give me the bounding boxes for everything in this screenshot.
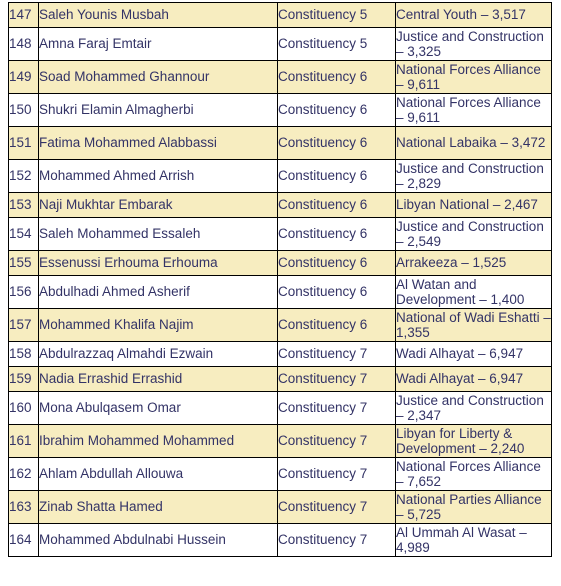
constituency-cell: Constituency 6	[277, 93, 396, 127]
party-votes-cell: Libyan National – 2,467	[395, 192, 552, 218]
candidate-name-cell: Mohammed Khalifa Najim	[38, 308, 278, 342]
row-index-cell: 156	[8, 275, 39, 309]
constituency-cell: Constituency 5	[277, 2, 396, 28]
party-votes-cell: Justice and Construction – 2,829	[395, 159, 552, 193]
row-index-cell: 161	[8, 424, 39, 458]
candidate-name-cell: Abdulhadi Ahmed Asherif	[38, 275, 278, 309]
row-index-cell: 164	[8, 523, 39, 557]
row-index-cell: 155	[8, 250, 39, 276]
table-row: 159 Nadia Errashid Errashid Constituency 7…	[8, 366, 552, 392]
table-row: 154 Saleh Mohammed Essaleh Constituency 6J…	[8, 217, 552, 251]
party-votes-cell: Central Youth – 3,517	[395, 2, 552, 28]
table-row: 163 Zinab Shatta Hamed Constituency 7 Natio…	[8, 490, 552, 524]
constituency-cell: Constituency 7	[277, 341, 396, 367]
constituency-cell: Constituency 6	[277, 192, 396, 218]
candidate-name-cell: Zinab Shatta Hamed	[38, 490, 278, 524]
party-votes-cell: Libyan for Liberty & Development – 2,240	[395, 424, 552, 458]
table-row: 151 Fatima Mohammed Alabbassi Constituency…	[8, 126, 552, 160]
constituency-cell: Constituency 7	[277, 391, 396, 425]
row-index-cell: 151	[8, 126, 39, 160]
constituency-cell: Constituency 6	[277, 60, 396, 94]
constituency-cell: Constituency 6	[277, 126, 396, 160]
table-row: 148 Amna Faraj Emtair Constituency 5 Justic…	[8, 27, 552, 61]
table-row: 156 Abdulhadi Ahmed Asherif Constituency 6…	[8, 275, 552, 309]
row-index-cell: 152	[8, 159, 39, 193]
constituency-cell: Constituency 7	[277, 490, 396, 524]
constituency-cell: Constituency 6	[277, 275, 396, 309]
candidate-name-cell: Abdulrazzaq Almahdi Ezwain	[38, 341, 278, 367]
candidate-name-cell: Mona Abulqasem Omar	[38, 391, 278, 425]
row-index-cell: 157	[8, 308, 39, 342]
party-votes-cell: National Labaika – 3,472	[395, 126, 552, 160]
table-row: 158 Abdulrazzaq Almahdi Ezwain Constituenc…	[8, 341, 552, 367]
table-row: 157 Mohammed Khalifa Najim Constituency 6N…	[8, 308, 552, 342]
party-votes-cell: National Forces Alliance – 9,611	[395, 93, 552, 127]
row-index-cell: 148	[8, 27, 39, 61]
party-votes-cell: Wadi Alhayat – 6,947	[395, 366, 552, 392]
party-votes-cell: Al Ummah Al Wasat – 4,989	[395, 523, 552, 557]
party-votes-cell: Justice and Construction – 3,325	[395, 27, 552, 61]
row-index-cell: 159	[8, 366, 39, 392]
party-votes-cell: National of Wadi Eshatti – 1,355	[395, 308, 552, 342]
constituency-cell: Constituency 7	[277, 523, 396, 557]
row-index-cell: 154	[8, 217, 39, 251]
party-votes-cell: Wadi Alhayat – 6,947	[395, 341, 552, 367]
row-index-cell: 147	[8, 2, 39, 28]
party-votes-cell: National Forces Alliance – 9,611	[395, 60, 552, 94]
candidate-name-cell: Amna Faraj Emtair	[38, 27, 278, 61]
constituency-cell: Constituency 6	[277, 308, 396, 342]
table-row: 150 Shukri Elamin Almagherbi Constituency …	[8, 93, 552, 127]
party-votes-cell: Justice and Construction – 2,347	[395, 391, 552, 425]
candidate-name-cell: Mohammed Ahmed Arrish	[38, 159, 278, 193]
table-row: 162 Ahlam Abdullah Allouwa Constituency 7N…	[8, 457, 552, 491]
candidate-name-cell: Essenussi Erhouma Erhouma	[38, 250, 278, 276]
candidate-name-cell: Fatima Mohammed Alabbassi	[38, 126, 278, 160]
candidate-name-cell: Saleh Younis Musbah	[38, 2, 278, 28]
row-index-cell: 163	[8, 490, 39, 524]
row-index-cell: 162	[8, 457, 39, 491]
candidate-name-cell: Ibrahim Mohammed Mohammed	[38, 424, 278, 458]
constituency-cell: Constituency 7	[277, 366, 396, 392]
constituency-cell: Constituency 7	[277, 424, 396, 458]
party-votes-cell: Arrakeeza – 1,525	[395, 250, 552, 276]
constituency-cell: Constituency 6	[277, 250, 396, 276]
candidate-results-table: 147 Saleh Younis Musbah Constituency 5 Cent…	[8, 2, 552, 557]
candidate-name-cell: Ahlam Abdullah Allouwa	[38, 457, 278, 491]
candidate-name-cell: Nadia Errashid Errashid	[38, 366, 278, 392]
party-votes-cell: National Forces Alliance – 7,652	[395, 457, 552, 491]
results-table-body: 147 Saleh Younis Musbah Constituency 5 Cent…	[8, 2, 552, 557]
party-votes-cell: National Parties Alliance – 5,725	[395, 490, 552, 524]
candidate-name-cell: Shukri Elamin Almagherbi	[38, 93, 278, 127]
party-votes-cell: Justice and Construction – 2,549	[395, 217, 552, 251]
candidate-name-cell: Mohammed Abdulnabi Hussein	[38, 523, 278, 557]
table-row: 149 Soad Mohammed Ghannour Constituency 6N…	[8, 60, 552, 94]
row-index-cell: 149	[8, 60, 39, 94]
table-row: 161 Ibrahim Mohammed Mohammed Constituency…	[8, 424, 552, 458]
row-index-cell: 153	[8, 192, 39, 218]
candidate-name-cell: Saleh Mohammed Essaleh	[38, 217, 278, 251]
table-row: 160 Mona Abulqasem Omar Constituency 7 Just…	[8, 391, 552, 425]
results-table-container: 147 Saleh Younis Musbah Constituency 5 Cent…	[8, 2, 552, 557]
table-row: 153 Naji Mukhtar Embarak Constituency 6 Lib…	[8, 192, 552, 218]
row-index-cell: 150	[8, 93, 39, 127]
row-index-cell: 160	[8, 391, 39, 425]
table-row: 147 Saleh Younis Musbah Constituency 5 Cent…	[8, 2, 552, 28]
candidate-name-cell: Soad Mohammed Ghannour	[38, 60, 278, 94]
table-row: 152 Mohammed Ahmed Arrish Constituency 6 Ju…	[8, 159, 552, 193]
table-row: 164 Mohammed Abdulnabi Hussein Constituenc…	[8, 523, 552, 557]
candidate-name-cell: Naji Mukhtar Embarak	[38, 192, 278, 218]
constituency-cell: Constituency 6	[277, 217, 396, 251]
constituency-cell: Constituency 7	[277, 457, 396, 491]
table-row: 155 Essenussi Erhouma Erhouma Constituency…	[8, 250, 552, 276]
constituency-cell: Constituency 5	[277, 27, 396, 61]
row-index-cell: 158	[8, 341, 39, 367]
constituency-cell: Constituency 6	[277, 159, 396, 193]
party-votes-cell: Al Watan and Development – 1,400	[395, 275, 552, 309]
